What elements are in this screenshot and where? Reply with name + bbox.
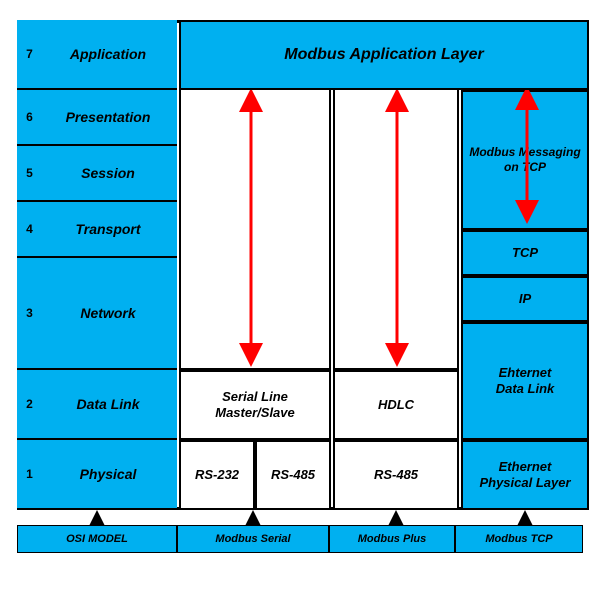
modbus-app-block: Modbus Application Layer [179, 20, 589, 90]
modbus-messaging-label: Modbus Messagingon TCP [469, 145, 580, 174]
osi-num-2: 2 [17, 397, 39, 411]
osi-row-2: 2 Data Link [17, 370, 177, 440]
hdlc-upper-empty [333, 90, 459, 370]
hdlc-physical-label: RS-485 [374, 467, 418, 483]
eth-physical-label: EthernetPhysical Layer [479, 459, 570, 490]
osi-label-6: Presentation [39, 109, 177, 125]
bottom-label-osi: OSI MODEL [17, 525, 177, 553]
ip-block: IP [461, 276, 589, 322]
osi-label-4: Transport [39, 221, 177, 237]
osi-row-5: 5 Session [17, 146, 177, 202]
osi-row-7: 7 Application [17, 20, 177, 90]
bottom-label-serial: Modbus Serial [177, 525, 329, 553]
serial-up-arrow [245, 510, 261, 526]
osi-label-2: Data Link [39, 396, 177, 412]
rs485-serial-label: RS-485 [271, 467, 315, 483]
osi-label-5: Session [39, 165, 177, 181]
osi-label-1: Physical [39, 466, 177, 482]
eth-physical-block: EthernetPhysical Layer [461, 440, 589, 510]
osi-num-1: 1 [17, 467, 39, 481]
modbus-app-label: Modbus Application Layer [284, 46, 483, 64]
ip-label: IP [519, 291, 531, 307]
serial-datalink-label: Serial LineMaster/Slave [215, 389, 295, 420]
eth-datalink-block: EhternetData Link [461, 322, 589, 440]
plus-up-arrow [388, 510, 404, 526]
osi-num-3: 3 [17, 306, 39, 320]
hdlc-datalink-block: HDLC [333, 370, 459, 440]
hdlc-label: HDLC [378, 397, 414, 413]
osi-num-5: 5 [17, 166, 39, 180]
osi-up-arrow [89, 510, 105, 526]
serial-upper-empty [179, 90, 331, 370]
osi-row-4: 4 Transport [17, 202, 177, 258]
hdlc-physical-block: RS-485 [333, 440, 459, 510]
tcp-block: TCP [461, 230, 589, 276]
tcp-up-arrow [517, 510, 533, 526]
osi-row-3: 3 Network [17, 258, 177, 370]
bottom-label-plus: Modbus Plus [329, 525, 455, 553]
osi-row-6: 6 Presentation [17, 90, 177, 146]
rs232-block: RS-232 [179, 440, 255, 510]
bottom-label-tcp: Modbus TCP [455, 525, 583, 553]
eth-datalink-label: EhternetData Link [496, 365, 555, 396]
osi-num-4: 4 [17, 222, 39, 236]
osi-num-6: 6 [17, 110, 39, 124]
tcp-label: TCP [512, 245, 538, 261]
osi-label-7: Application [39, 46, 177, 62]
rs485-serial-block: RS-485 [255, 440, 331, 510]
osi-num-7: 7 [17, 47, 39, 61]
osi-row-1: 1 Physical [17, 440, 177, 510]
bottom-labels-row: OSI MODEL Modbus Serial Modbus Plus Modb… [17, 525, 589, 553]
osi-label-3: Network [39, 305, 177, 321]
rs232-label: RS-232 [195, 467, 239, 483]
modbus-messaging-block: Modbus Messagingon TCP [461, 90, 589, 230]
serial-datalink-block: Serial LineMaster/Slave [179, 370, 331, 440]
